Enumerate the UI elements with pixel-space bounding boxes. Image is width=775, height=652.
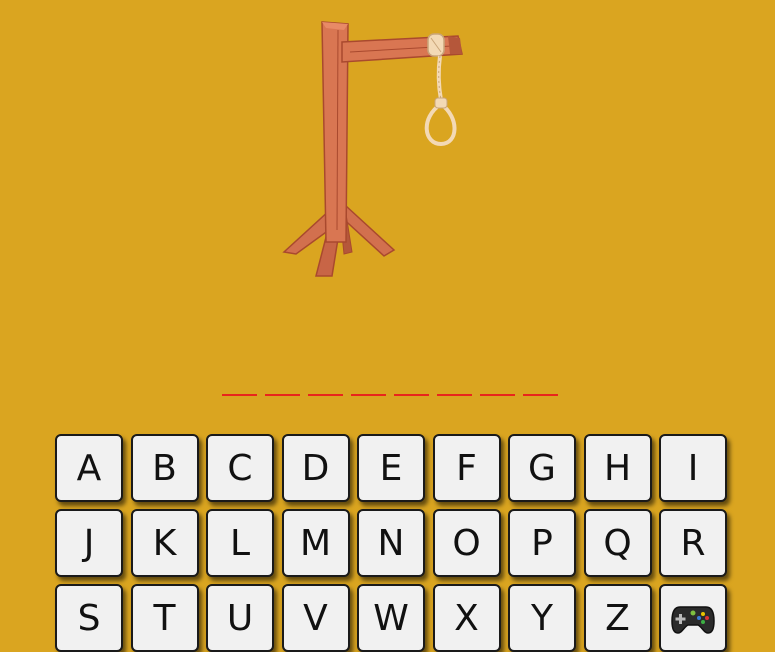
key-h[interactable]: H <box>583 434 652 502</box>
key-b[interactable]: B <box>130 434 199 502</box>
key-m[interactable]: M <box>281 509 350 577</box>
key-c[interactable]: C <box>206 434 274 502</box>
letter-slot <box>265 394 300 396</box>
letter-keyboard: ABCDEFGHI JKLMNOPQR STUVWXYZ <box>55 434 727 652</box>
key-j[interactable]: J <box>55 509 123 577</box>
letter-slot <box>480 394 515 396</box>
key-k[interactable]: K <box>130 509 199 577</box>
key-o[interactable]: O <box>432 509 501 577</box>
key-v[interactable]: V <box>281 584 350 652</box>
letter-slot <box>394 394 429 396</box>
letter-slot <box>523 394 558 396</box>
letter-slot <box>351 394 386 396</box>
key-r[interactable]: R <box>659 509 727 577</box>
key-y[interactable]: Y <box>508 584 576 652</box>
key-w[interactable]: W <box>357 584 425 652</box>
key-i[interactable]: I <box>659 434 727 502</box>
key-p[interactable]: P <box>508 509 576 577</box>
key-z[interactable]: Z <box>583 584 652 652</box>
key-q[interactable]: Q <box>583 509 652 577</box>
gallows <box>282 21 463 277</box>
gamepad-icon <box>671 606 715 634</box>
gamepad-button[interactable] <box>659 584 727 652</box>
letter-slot <box>222 394 257 396</box>
key-u[interactable]: U <box>206 584 274 652</box>
key-l[interactable]: L <box>206 509 274 577</box>
key-g[interactable]: G <box>508 434 576 502</box>
key-s[interactable]: S <box>55 584 123 652</box>
word-slots <box>222 394 558 396</box>
key-a[interactable]: A <box>55 434 123 502</box>
key-f[interactable]: F <box>432 434 501 502</box>
key-e[interactable]: E <box>357 434 425 502</box>
key-d[interactable]: D <box>281 434 350 502</box>
letter-slot <box>437 394 472 396</box>
key-x[interactable]: X <box>432 584 501 652</box>
letter-slot <box>308 394 343 396</box>
key-n[interactable]: N <box>357 509 425 577</box>
key-t[interactable]: T <box>130 584 199 652</box>
